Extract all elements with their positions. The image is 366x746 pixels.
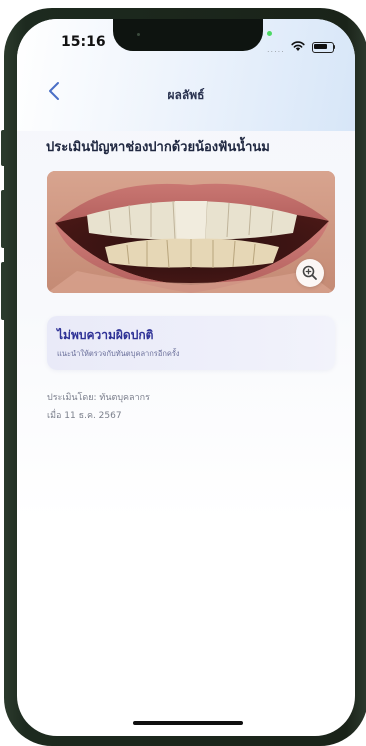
privacy-indicator-dot <box>267 31 272 36</box>
cellular-signal-icon: ..... <box>267 45 285 54</box>
mute-switch <box>1 130 6 166</box>
result-title: ไม่พบความผิดปกติ <box>57 328 154 342</box>
assessment-heading: ประเมินปัญหาช่องปากด้วยน้องฟันน้ำนม <box>46 140 270 155</box>
page-title: ผลลัพธ์ <box>167 88 205 102</box>
assessed-by: ประเมินโดย: ทันตบุคลากร <box>47 393 150 403</box>
wifi-icon <box>291 41 305 51</box>
result-card: ไม่พบความผิดปกติ แนะนำให้ตรวจกับทันตบุคล… <box>47 316 335 370</box>
result-subtitle: แนะนำให้ตรวจกับทันตบุคลากรอีกครั้ง <box>57 349 180 358</box>
volume-up-button <box>1 190 6 248</box>
app-screen: 15:16 ..... ผลลัพธ์ ประเมินปัญหาช่องปากด… <box>17 19 355 736</box>
assessment-date: เมื่อ 11 ธ.ค. 2567 <box>47 411 122 421</box>
camera-dot <box>137 33 140 36</box>
volume-down-button <box>1 262 6 320</box>
home-indicator[interactable] <box>133 721 243 725</box>
teeth-photo[interactable] <box>47 171 335 293</box>
teeth-illustration <box>47 171 335 293</box>
magnifier-plus-icon <box>302 265 317 280</box>
notch <box>113 19 263 51</box>
status-time: 15:16 <box>61 34 106 50</box>
battery-icon <box>312 42 334 53</box>
zoom-button[interactable] <box>296 259 324 287</box>
battery-cap <box>333 45 335 49</box>
